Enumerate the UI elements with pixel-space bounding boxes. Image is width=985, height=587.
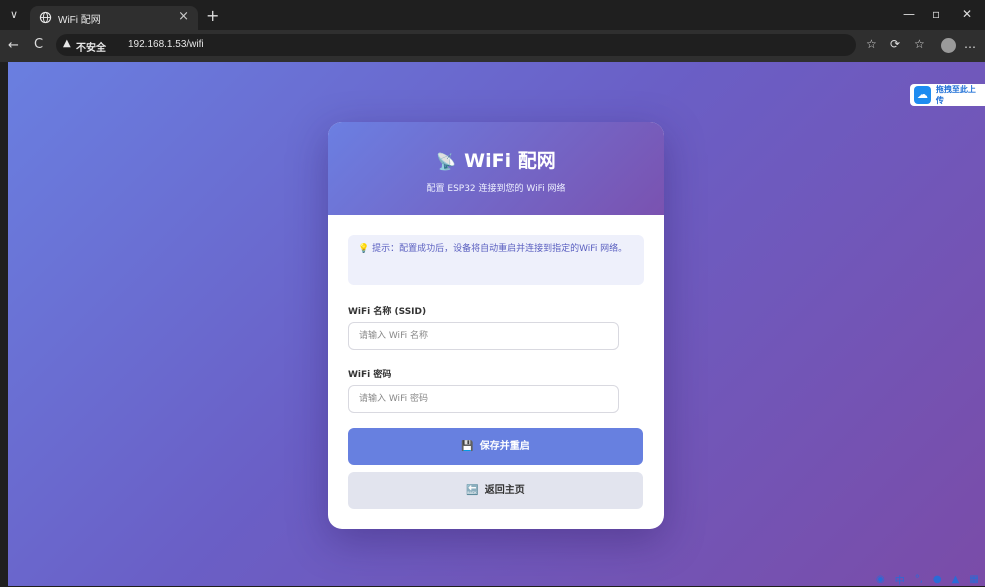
ime-logo-icon[interactable]: ◉ [876, 574, 885, 585]
browser-tab[interactable]: WiFi 配网 × [30, 6, 198, 30]
new-tab-button[interactable]: + [206, 6, 219, 25]
ime-user-icon[interactable]: ▲ [952, 574, 960, 585]
card-title-row: 📡 WiFi 配网 [328, 122, 664, 173]
password-input[interactable] [348, 385, 619, 413]
back-button[interactable]: ← [8, 38, 19, 53]
page-title: WiFi 配网 [464, 150, 556, 172]
cloud-icon: ☁ [914, 86, 931, 104]
more-menu-icon[interactable]: … [964, 37, 976, 51]
browser-nav-bar: ← C ▲ 不安全 192.168.1.53/wifi ☆ ⟳ ☆ … [0, 30, 985, 62]
address-bar[interactable]: ▲ 不安全 192.168.1.53/wifi [56, 34, 856, 56]
browser-tab-bar: ∨ WiFi 配网 × + — ▫ ✕ [0, 0, 985, 30]
card-header: 📡 WiFi 配网 配置 ESP32 连接到您的 WiFi 网络 [328, 122, 664, 215]
upload-widget[interactable]: ☁ 拖拽至此上传 [910, 84, 985, 106]
password-label: WiFi 密码 [348, 370, 392, 380]
favorite-star-icon[interactable]: ☆ [866, 37, 877, 51]
page-subtitle: 配置 ESP32 连接到您的 WiFi 网络 [426, 184, 566, 194]
page-background: ☁ 拖拽至此上传 📡 WiFi 配网 配置 ESP32 连接到您的 WiFi 网络… [8, 62, 985, 586]
favorites-icon[interactable]: ☆ [914, 37, 925, 51]
ssid-label: WiFi 名称 (SSID) [348, 307, 427, 317]
refresh-extension-icon[interactable]: ⟳ [890, 37, 900, 51]
url-text[interactable]: 192.168.1.53/wifi [128, 39, 204, 50]
satellite-dish-icon: 📡 [436, 152, 457, 171]
upload-label: 拖拽至此上传 [935, 85, 976, 105]
floppy-disk-icon: 💾 [461, 441, 474, 452]
minimize-button[interactable]: — [903, 7, 915, 21]
tip-text: 提示：配置成功后，设备将自动重启并连接到指定的WiFi 网络。 [372, 244, 628, 254]
save-button-label: 保存并重启 [479, 441, 530, 452]
close-window-button[interactable]: ✕ [962, 7, 972, 21]
tip-box: 💡 提示：配置成功后，设备将自动重启并连接到指定的WiFi 网络。 [348, 235, 644, 285]
wifi-config-card: 📡 WiFi 配网 配置 ESP32 连接到您的 WiFi 网络 💡 提示：配置成… [328, 122, 664, 529]
ime-punctuation-icon[interactable]: °, [915, 574, 923, 585]
ime-chinese-mode-icon[interactable]: 中 [895, 572, 905, 587]
profile-avatar[interactable] [941, 38, 956, 53]
restore-button[interactable]: ▫ [932, 7, 940, 21]
tab-title: WiFi 配网 [58, 15, 101, 26]
back-button-label: 返回主页 [484, 485, 525, 496]
save-restart-button[interactable]: 💾 保存并重启 [348, 428, 643, 465]
reload-button[interactable]: C [34, 37, 43, 52]
security-label[interactable]: 不安全 [76, 39, 106, 54]
back-arrow-icon: 🔙 [466, 485, 479, 496]
lightbulb-icon: 💡 [358, 244, 370, 254]
tab-close-icon[interactable]: × [178, 9, 189, 24]
ime-grid-icon[interactable]: ▦ [969, 574, 978, 585]
warning-icon: ▲ [63, 38, 71, 49]
tab-list-chevron-icon[interactable]: ∨ [8, 9, 20, 21]
globe-icon [39, 11, 52, 24]
back-home-button[interactable]: 🔙 返回主页 [348, 472, 643, 509]
ime-microphone-icon[interactable]: ● [933, 574, 942, 585]
ssid-input[interactable] [348, 322, 619, 350]
ime-toolbar: ◉ 中 °, ● ▲ ▦ [876, 572, 979, 587]
